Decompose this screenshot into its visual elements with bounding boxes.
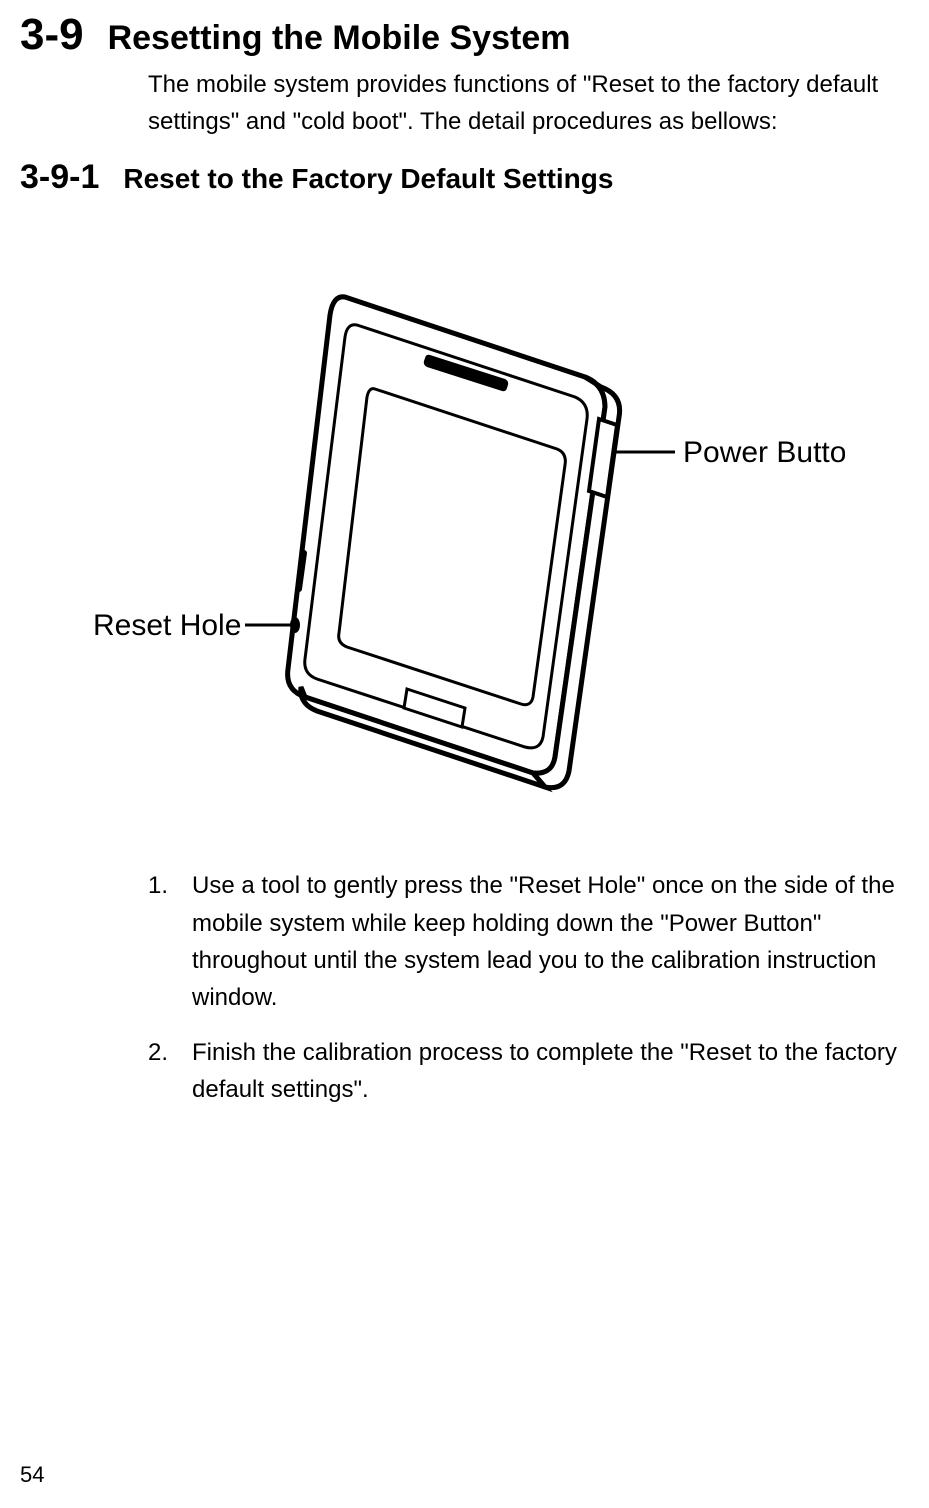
list-item: 2. Finish the calibration process to com… — [148, 1034, 899, 1108]
section-intro: The mobile system provides functions of … — [148, 66, 899, 140]
subsection-title: Reset to the Factory Default Settings — [123, 163, 613, 195]
step-text: Use a tool to gently press the "Reset Ho… — [192, 867, 899, 1016]
step-text: Finish the calibration process to comple… — [192, 1034, 899, 1108]
figure-label-power: Power Button — [683, 436, 845, 469]
subsection-number: 3-9-1 — [20, 158, 99, 197]
list-item: 1. Use a tool to gently press the "Reset… — [148, 867, 899, 1016]
steps-list: 1. Use a tool to gently press the "Reset… — [148, 867, 899, 1108]
section-title: Resetting the Mobile System — [108, 19, 571, 58]
device-figure: Power Button Reset Hole — [85, 257, 845, 817]
figure-label-reset: Reset Hole — [93, 609, 241, 642]
section-number: 3-9 — [20, 10, 84, 60]
page-number: 54 — [20, 1462, 44, 1488]
step-number: 1. — [148, 867, 172, 1016]
step-number: 2. — [148, 1034, 172, 1108]
